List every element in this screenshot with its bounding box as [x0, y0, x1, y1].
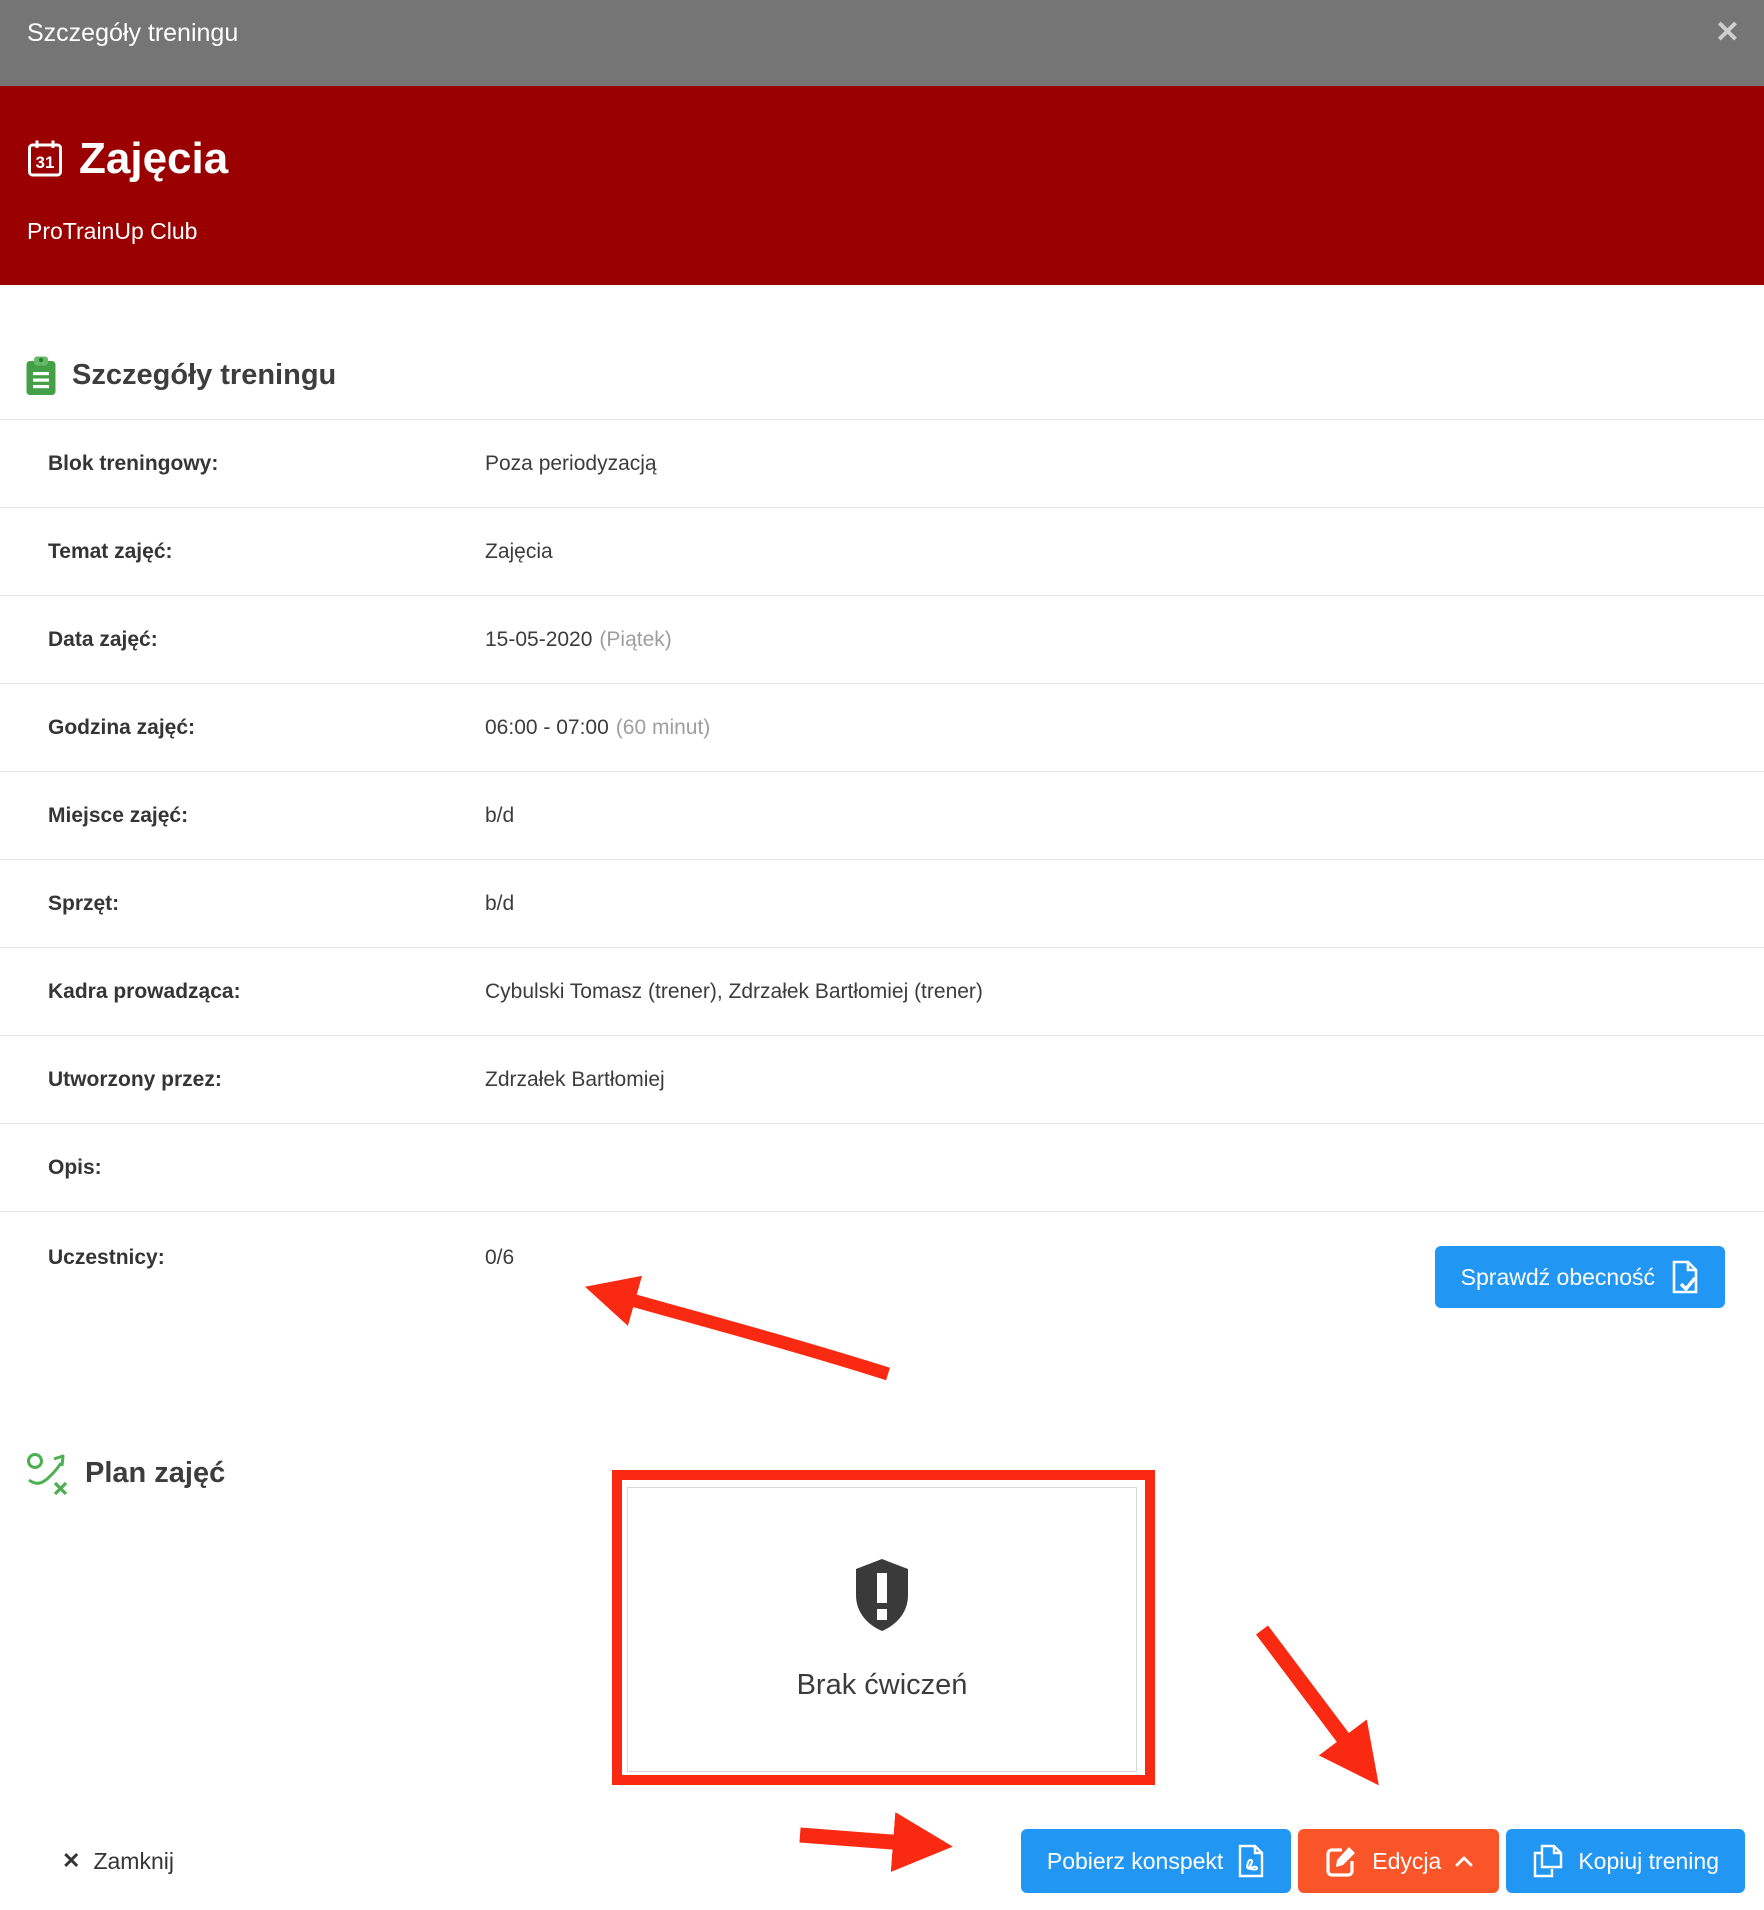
- row-value-muted: (Piątek): [599, 628, 671, 651]
- row-value: Poza periodyzacją: [485, 450, 1764, 477]
- row-label: Kadra prowadząca:: [0, 978, 485, 1005]
- details-heading: Szczegóły treningu: [0, 355, 1764, 396]
- training-details-modal: { "colors": { "titlebar_gray": "#757575"…: [0, 0, 1764, 1910]
- row-value: 15-05-2020(Piątek): [485, 626, 1764, 653]
- detail-row-topic: Temat zajęć: Zajęcia: [0, 507, 1764, 595]
- row-value: Zajęcia: [485, 538, 1764, 565]
- row-label: Sprzęt:: [0, 890, 485, 917]
- banner-title: Zajęcia: [79, 132, 228, 186]
- plan-heading: Plan zajęć: [25, 1450, 225, 1496]
- calendar-icon: 31: [27, 139, 63, 179]
- row-value: Cybulski Tomasz (trener), Zdrzałek Bartł…: [485, 978, 1764, 1005]
- detail-row-equipment: Sprzęt: b/d: [0, 859, 1764, 947]
- shield-alert-icon: [851, 1557, 913, 1633]
- row-value: Zdrzałek Bartłomiej: [485, 1066, 1764, 1093]
- detail-row-created-by: Utworzony przez: Zdrzałek Bartłomiej: [0, 1035, 1764, 1123]
- row-value: b/d: [485, 802, 1764, 829]
- download-outline-label: Pobierz konspekt: [1047, 1848, 1223, 1875]
- close-label: Zamknij: [93, 1848, 174, 1875]
- no-exercises-panel: Brak ćwiczeń: [627, 1487, 1137, 1772]
- modal-title: Szczegóły treningu: [27, 16, 238, 50]
- close-modal-button[interactable]: ✕ Zamknij: [62, 1848, 174, 1875]
- clipboard-icon: [25, 355, 57, 396]
- edit-label: Edycja: [1372, 1848, 1441, 1875]
- modal-titlebar: Szczegóły treningu ✕: [0, 0, 1764, 86]
- pdf-file-icon: [1237, 1844, 1265, 1878]
- row-value-muted: (60 minut): [616, 716, 711, 739]
- banner-subtitle: ProTrainUp Club: [27, 218, 1764, 245]
- copy-training-label: Kopiuj trening: [1578, 1848, 1719, 1875]
- detail-row-date: Data zajęć: 15-05-2020(Piątek): [0, 595, 1764, 683]
- row-label: Temat zajęć:: [0, 538, 485, 565]
- edit-button[interactable]: Edycja: [1298, 1829, 1499, 1893]
- detail-row-description: Opis:: [0, 1123, 1764, 1211]
- check-attendance-label: Sprawdź obecność: [1461, 1264, 1655, 1291]
- detail-row-participants: Uczestnicy: 0/6 Sprawdź obecność: [0, 1211, 1764, 1421]
- row-label: Blok treningowy:: [0, 450, 485, 477]
- strategy-icon: [25, 1450, 71, 1496]
- row-label: Opis:: [0, 1154, 485, 1181]
- participants-count: 0/6: [485, 1244, 514, 1271]
- check-attendance-button[interactable]: Sprawdź obecność: [1435, 1246, 1725, 1308]
- close-icon[interactable]: ✕: [1715, 16, 1740, 50]
- detail-row-place: Miejsce zajęć: b/d: [0, 771, 1764, 859]
- copy-training-button[interactable]: Kopiuj trening: [1506, 1829, 1745, 1893]
- row-label: Uczestnicy:: [0, 1244, 485, 1271]
- annotation-arrow-edit: [1262, 1630, 1350, 1747]
- row-value: 06:00 - 07:00(60 minut): [485, 714, 1764, 741]
- training-banner: 31 Zajęcia ProTrainUp Club: [0, 86, 1764, 285]
- close-x-icon: ✕: [62, 1848, 80, 1874]
- row-value: b/d: [485, 890, 1764, 917]
- download-outline-button[interactable]: Pobierz konspekt: [1021, 1829, 1291, 1893]
- no-exercises-text: Brak ćwiczeń: [797, 1669, 968, 1702]
- details-heading-text: Szczegóły treningu: [72, 359, 336, 392]
- row-label: Miejsce zajęć:: [0, 802, 485, 829]
- footer-actions: Pobierz konspekt Edycja: [1021, 1829, 1745, 1893]
- detail-row-staff: Kadra prowadząca: Cybulski Tomasz (trene…: [0, 947, 1764, 1035]
- modal-footer: ✕ Zamknij Pobierz konspekt Edycja: [0, 1829, 1764, 1893]
- details-section: Szczegóły treningu Blok treningowy: Poza…: [0, 285, 1764, 1421]
- chevron-up-icon: [1455, 1856, 1473, 1867]
- row-label: Utworzony przez:: [0, 1066, 485, 1093]
- copy-icon: [1532, 1843, 1564, 1879]
- calendar-day-number: 31: [36, 153, 55, 172]
- row-label: Data zajęć:: [0, 626, 485, 653]
- document-check-icon: [1671, 1260, 1699, 1294]
- plan-heading-text: Plan zajęć: [85, 1457, 225, 1490]
- row-label: Godzina zajęć:: [0, 714, 485, 741]
- detail-row-time: Godzina zajęć: 06:00 - 07:00(60 minut): [0, 683, 1764, 771]
- detail-row-training-block: Blok treningowy: Poza periodyzacją: [0, 419, 1764, 507]
- edit-pencil-icon: [1324, 1844, 1358, 1878]
